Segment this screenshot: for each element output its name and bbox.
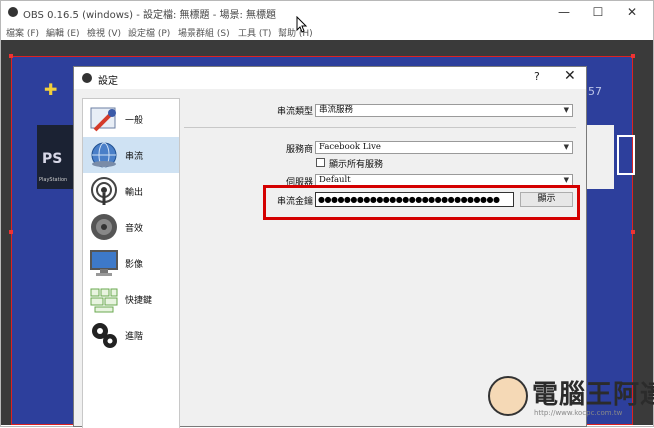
playstation-logo-icon: PS	[42, 151, 63, 167]
resize-handle[interactable]	[9, 54, 13, 58]
monitor-icon	[90, 250, 118, 276]
nav-item-general[interactable]: 一般	[83, 101, 179, 137]
obs-logo-icon	[82, 73, 92, 83]
watermark-brand: 電腦王阿達	[532, 380, 654, 410]
settings-nav: 一般 串流 輸出 音效 影像 快捷鍵 進階	[82, 98, 180, 428]
show-all-services-label: 顯示所有服務	[329, 160, 384, 170]
nav-item-audio[interactable]: 音效	[83, 209, 179, 245]
nav-item-output[interactable]: 輸出	[83, 173, 179, 209]
speaker-icon	[91, 214, 117, 240]
close-button[interactable]: ✕	[617, 3, 647, 21]
menu-scene-collection[interactable]: 場景群組 (S)	[178, 26, 230, 39]
resize-handle[interactable]	[9, 230, 13, 234]
gears-icon	[92, 323, 117, 348]
obs-window-title: OBS 0.16.5 (windows) - 設定檔: 無標題 - 場景: 無標…	[23, 10, 277, 21]
nav-label: 進階	[125, 332, 144, 342]
playstation-label: PlayStation	[39, 177, 68, 183]
highlight-box	[263, 185, 580, 220]
game-thumbnail	[586, 125, 614, 189]
stream-type-label: 串流類型	[276, 107, 313, 117]
menu-edit[interactable]: 編輯 (E)	[46, 26, 80, 39]
watermark-url: http://www.kocpc.com.tw	[534, 409, 623, 417]
stream-type-select[interactable]: 串流服務 ▼	[315, 104, 573, 117]
nav-label: 影像	[125, 260, 144, 270]
plus-icon: ✚	[44, 80, 58, 99]
obs-logo-icon	[8, 7, 18, 17]
nav-label: 一般	[125, 116, 144, 126]
server-value: Default	[319, 175, 351, 185]
minimize-button[interactable]: —	[549, 3, 579, 21]
game-thumbnail-frame	[617, 135, 635, 175]
resize-handle[interactable]	[631, 54, 635, 58]
chevron-down-icon: ▼	[563, 143, 569, 151]
mouse-cursor-icon	[296, 16, 308, 33]
keyboard-icon	[90, 288, 118, 313]
resize-handle[interactable]	[631, 230, 635, 234]
mascot-icon	[488, 376, 528, 416]
menu-tools[interactable]: 工具 (T)	[238, 26, 271, 39]
menu-bar: 檔案 (F) 編輯 (E) 檢視 (V) 設定檔 (P) 場景群組 (S) 工具…	[1, 23, 653, 40]
menu-profile[interactable]: 設定檔 (P)	[128, 26, 170, 39]
nav-label: 輸出	[125, 188, 144, 198]
nav-label: 音效	[125, 224, 144, 234]
menu-file[interactable]: 檔案 (F)	[6, 26, 39, 39]
dialog-title: 設定	[98, 76, 118, 87]
nav-item-video[interactable]: 影像	[83, 245, 179, 281]
wrench-icon	[90, 107, 116, 132]
nav-item-stream[interactable]: 串流	[83, 137, 179, 173]
dialog-close-button[interactable]: ✕	[564, 68, 576, 84]
nav-item-advanced[interactable]: 進階	[83, 317, 179, 353]
nav-label: 快捷鍵	[125, 296, 153, 306]
globe-icon	[91, 142, 117, 168]
chevron-down-icon: ▼	[563, 106, 569, 114]
service-value: Facebook Live	[319, 142, 381, 152]
service-select[interactable]: Facebook Live ▼	[315, 141, 573, 154]
menu-view[interactable]: 檢視 (V)	[87, 26, 121, 39]
broadcast-icon	[91, 177, 117, 205]
section-divider	[184, 127, 576, 128]
help-button[interactable]: ?	[534, 70, 540, 83]
stream-type-value: 串流服務	[319, 105, 354, 115]
watermark: 電腦王阿達 http://www.kocpc.com.tw	[488, 372, 654, 424]
nav-label: 串流	[125, 152, 144, 162]
maximize-button[interactable]: ☐	[583, 3, 613, 21]
obs-title-bar: OBS 0.16.5 (windows) - 設定檔: 無標題 - 場景: 無標…	[1, 1, 653, 23]
show-all-services-checkbox[interactable]	[316, 158, 325, 167]
dialog-title-bar: 設定 ? ✕	[74, 67, 586, 89]
preview-number: 57	[588, 85, 602, 98]
service-label: 服務商	[285, 145, 313, 155]
nav-item-hotkeys[interactable]: 快捷鍵	[83, 281, 179, 317]
